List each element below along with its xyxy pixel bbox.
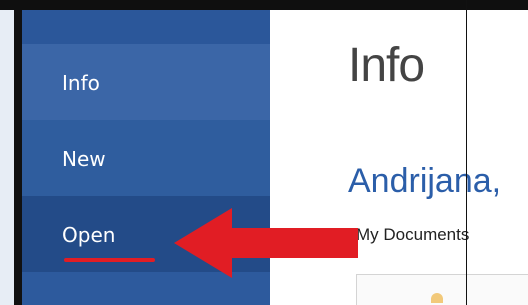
sidebar-top-area [22, 10, 270, 46]
document-item-card[interactable] [356, 274, 528, 305]
backstage-shell: Info New Open Info Andrijana, My Documen… [22, 10, 528, 305]
page-title: Info [348, 39, 425, 92]
folder-icon [431, 293, 443, 303]
screenshot-stage: Info New Open Info Andrijana, My Documen… [0, 0, 528, 305]
open-underline-annotation [64, 258, 155, 262]
sidebar-item-label: New [62, 147, 106, 171]
window-top-border [0, 0, 528, 10]
account-name: Andrijana, [348, 162, 502, 200]
word-backstage-window: Info New Open Info Andrijana, My Documen… [14, 10, 528, 305]
document-location-label: My Documents [356, 225, 470, 244]
sidebar-item-label: Info [62, 71, 100, 95]
sidebar-item-info[interactable]: Info [22, 44, 270, 120]
vertical-divider-line [466, 0, 467, 305]
backstage-sidebar: Info New Open [22, 10, 270, 305]
sidebar-item-next[interactable] [22, 272, 270, 305]
info-content-pane: Info Andrijana, My Documents [270, 10, 528, 305]
sidebar-item-label: Open [62, 223, 116, 247]
sidebar-item-new[interactable]: New [22, 120, 270, 196]
